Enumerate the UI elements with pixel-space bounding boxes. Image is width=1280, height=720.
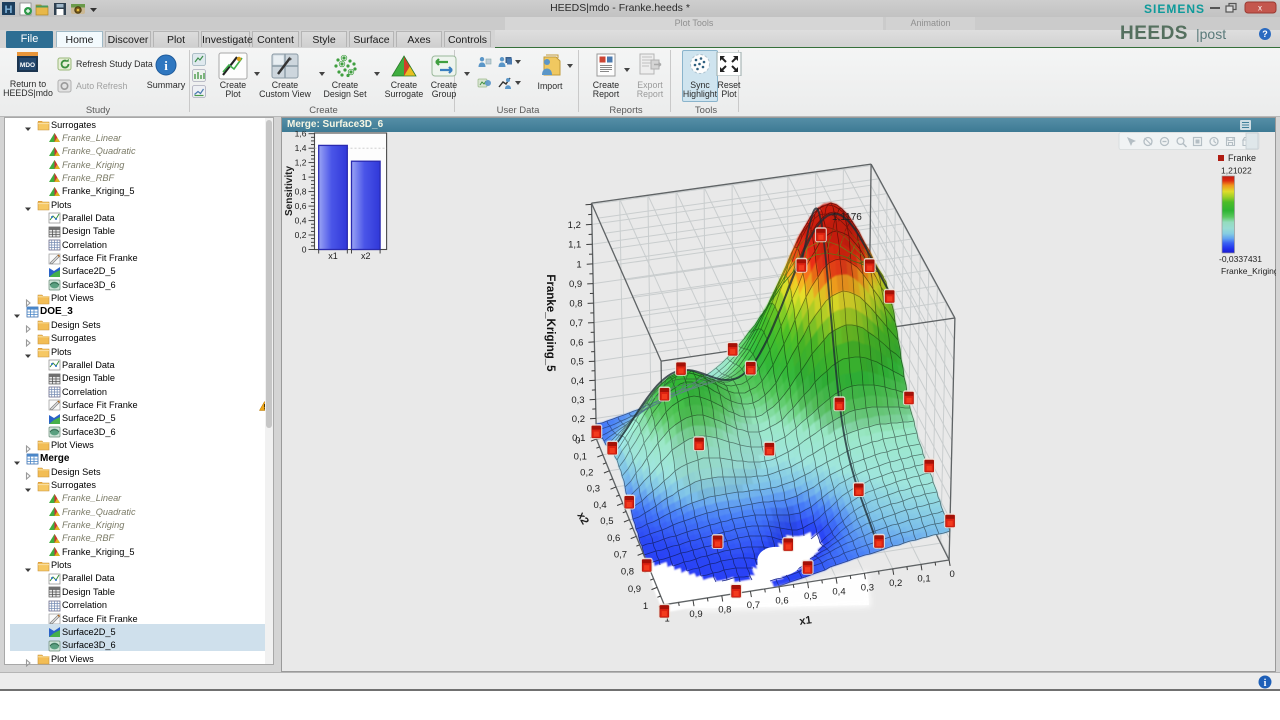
- svg-text:0,4: 0,4: [295, 216, 307, 226]
- svg-text:0,8: 0,8: [569, 299, 582, 310]
- svg-text:0,6: 0,6: [570, 337, 583, 348]
- svg-text:0,8: 0,8: [718, 605, 731, 616]
- svg-text:0,9: 0,9: [628, 584, 641, 595]
- svg-text:0,4: 0,4: [571, 376, 584, 387]
- svg-text:0: 0: [302, 245, 307, 255]
- svg-text:0,2: 0,2: [295, 230, 307, 240]
- svg-text:1,4: 1,4: [295, 143, 307, 153]
- svg-text:0,7: 0,7: [570, 318, 583, 329]
- svg-text:0,8: 0,8: [295, 187, 307, 197]
- svg-text:0,3: 0,3: [571, 395, 584, 406]
- svg-text:0,4: 0,4: [832, 587, 845, 598]
- svg-text:1: 1: [576, 259, 581, 270]
- svg-text:1,21022: 1,21022: [1221, 166, 1252, 176]
- svg-text:0,1: 0,1: [574, 451, 587, 462]
- svg-text:x1: x1: [799, 614, 813, 628]
- svg-text:1,1: 1,1: [568, 240, 581, 251]
- svg-text:Franke: Franke: [1228, 153, 1256, 163]
- svg-text:x1: x1: [328, 251, 338, 261]
- svg-text:0,7: 0,7: [614, 550, 627, 561]
- svg-text:0,8: 0,8: [621, 567, 634, 578]
- svg-text:i: i: [164, 58, 168, 73]
- svg-text:0,9: 0,9: [569, 279, 582, 290]
- svg-text:Franke_Kriging_: Franke_Kriging_: [1221, 266, 1276, 276]
- svg-text:0: 0: [575, 436, 580, 447]
- svg-text:1,2: 1,2: [295, 158, 307, 168]
- svg-text:0,3: 0,3: [861, 582, 874, 593]
- svg-text:0,6: 0,6: [775, 596, 788, 607]
- svg-text:Sensitivity: Sensitivity: [284, 166, 295, 216]
- svg-text:0,5: 0,5: [600, 516, 613, 527]
- svg-text:0,7: 0,7: [747, 600, 760, 611]
- svg-text:-0,0337431: -0,0337431: [1219, 254, 1262, 264]
- svg-text:1,6: 1,6: [295, 131, 307, 139]
- svg-text:1,2: 1,2: [568, 220, 581, 231]
- svg-text:0,6: 0,6: [607, 533, 620, 544]
- svg-text:1: 1: [643, 601, 648, 612]
- svg-text:0,6: 0,6: [295, 201, 307, 211]
- svg-text:0,2: 0,2: [580, 467, 593, 478]
- svg-text:0,1: 0,1: [917, 573, 930, 584]
- svg-text:1,1176: 1,1176: [832, 212, 862, 223]
- svg-text:x2: x2: [361, 251, 371, 261]
- svg-text:MDO: MDO: [20, 62, 35, 69]
- svg-text:0,4: 0,4: [593, 500, 606, 511]
- svg-text:1: 1: [302, 172, 307, 182]
- svg-text:Franke_Kriging_5: Franke_Kriging_5: [544, 274, 556, 372]
- svg-text:0: 0: [949, 569, 954, 580]
- svg-text:0,5: 0,5: [804, 591, 817, 602]
- svg-text:x2: x2: [574, 510, 591, 527]
- svg-text:i: i: [1264, 678, 1267, 689]
- svg-text:0,2: 0,2: [889, 578, 902, 589]
- svg-text:0,9: 0,9: [689, 609, 702, 620]
- svg-text:0,5: 0,5: [571, 357, 584, 368]
- svg-text:0,2: 0,2: [572, 414, 585, 425]
- svg-text:0,3: 0,3: [587, 483, 600, 494]
